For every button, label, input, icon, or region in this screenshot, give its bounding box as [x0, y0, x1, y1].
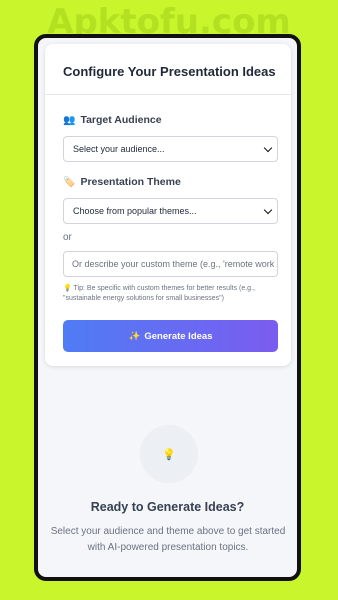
chevron-down-icon	[263, 205, 273, 215]
sparkles-icon: ✨	[128, 330, 141, 342]
chevron-down-icon	[263, 143, 273, 153]
audience-select[interactable]: Select your audience...	[63, 136, 278, 162]
custom-theme-input[interactable]	[63, 251, 278, 277]
lightbulb-icon: 💡	[63, 285, 72, 292]
card-title: Configure Your Presentation Ideas	[63, 64, 276, 79]
theme-label-text: Presentation Theme	[80, 176, 181, 188]
lightbulb-icon: 💡	[162, 448, 176, 461]
audience-label: 👥 Target Audience	[63, 114, 162, 126]
audience-select-value: Select your audience...	[73, 144, 165, 154]
config-card: Configure Your Presentation Ideas 👥 Targ…	[45, 44, 291, 366]
theme-select[interactable]: Choose from popular themes...	[63, 198, 278, 224]
audience-label-text: Target Audience	[80, 114, 162, 126]
theme-select-value: Choose from popular themes...	[73, 206, 197, 216]
theme-label: 🏷️ Presentation Theme	[63, 176, 181, 188]
empty-state-title: Ready to Generate Ideas?	[90, 500, 245, 514]
empty-state-subtitle: Select your audience and theme above to …	[50, 526, 286, 553]
tag-icon: 🏷️	[63, 176, 76, 188]
tip-body: Tip: Be specific with custom themes for …	[63, 285, 255, 302]
or-separator: or	[63, 232, 72, 243]
generate-ideas-button[interactable]: ✨ Generate Ideas	[63, 320, 278, 352]
phone-frame: Configure Your Presentation Ideas 👥 Targ…	[34, 34, 301, 581]
divider	[45, 94, 291, 95]
people-icon: 👥	[63, 114, 76, 126]
tip-text: 💡 Tip: Be specific with custom themes fo…	[63, 284, 278, 304]
generate-ideas-label: Generate Ideas	[144, 330, 213, 342]
empty-state-icon-circle: 💡	[140, 425, 198, 483]
